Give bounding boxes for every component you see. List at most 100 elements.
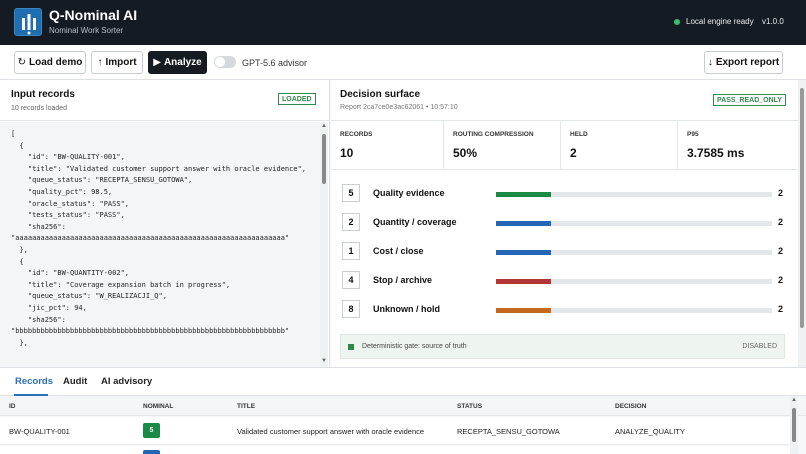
page-scroll-thumb[interactable]	[800, 88, 804, 328]
bucket-code: 4	[342, 271, 360, 289]
input-records-panel: Input records 10 records loaded LOADED […	[0, 80, 330, 367]
table-scroll-up-icon[interactable]: ▲	[791, 397, 797, 403]
cell-id: BW-QUALITY-001	[9, 427, 70, 436]
cell-status: RECEPTA_SENSU_GOTOWA	[457, 427, 560, 436]
column-header-id: ID	[9, 403, 16, 410]
bucket-bar-fill	[496, 279, 551, 284]
analyze-button[interactable]: ▶ Analyze	[148, 51, 207, 74]
import-label: Import	[105, 57, 137, 68]
play-icon: ▶	[153, 57, 161, 68]
gate-label: Deterministic gate: source of truth	[362, 343, 467, 350]
report-id: Report 2ca7ce0e3ac62061 • 10:57:10	[340, 104, 458, 111]
tab-ai-advisory[interactable]: AI advisory	[101, 376, 152, 387]
bucket-count: 2	[778, 188, 784, 198]
bucket-row-cost: 1 Cost / close 2	[342, 242, 792, 260]
bucket-label: Cost / close	[373, 246, 424, 256]
import-button[interactable]: ↑ Import	[91, 51, 143, 74]
table-row[interactable]: BW-QUALITY-001 5 Validated customer supp…	[0, 417, 790, 445]
metric-value: 3.7585 ms	[687, 146, 745, 160]
bucket-row-quantity: 2 Quantity / coverage 2	[342, 213, 792, 231]
analyze-label: Analyze	[163, 57, 202, 68]
metric-records: RECORDS 10	[331, 121, 444, 169]
toolbar: ↻ Load demo ↑ Import ▶ Analyze ↓ Export …	[0, 45, 806, 80]
editor-scrollbar[interactable]: ▲ ▼	[320, 122, 328, 367]
bucket-code: 2	[342, 213, 360, 231]
column-header-title: TITLE	[237, 403, 256, 410]
tab-records[interactable]: Records	[15, 376, 53, 387]
table-row-partial[interactable]	[0, 446, 790, 454]
pass-read-only-badge: PASS_READ_ONLY	[713, 94, 786, 106]
decision-title: Decision surface	[340, 89, 421, 100]
app-title: Q-Nominal AI	[49, 7, 138, 23]
metric-held: HELD 2	[561, 121, 678, 169]
decision-surface-panel: Decision surface Report 2ca7ce0e3ac62061…	[331, 80, 798, 367]
toggle-knob	[215, 57, 225, 67]
refresh-icon: ↻	[17, 57, 27, 68]
status-dot-icon	[674, 18, 680, 25]
bucket-count: 2	[778, 217, 784, 227]
table-scrollbar[interactable]: ▲	[790, 396, 798, 454]
cell-decision: ANALYZE_QUALITY	[615, 427, 685, 436]
loaded-badge: LOADED	[278, 93, 316, 105]
bucket-code: 8	[342, 300, 360, 318]
app-logo-icon	[14, 8, 42, 36]
bucket-bar-track	[496, 308, 772, 313]
upload-arrow-icon: ↑	[97, 57, 103, 68]
bucket-bar-fill	[496, 250, 551, 255]
deterministic-gate: Deterministic gate: source of truth DISA…	[340, 334, 785, 359]
bucket-row-stop: 4 Stop / archive 2	[342, 271, 792, 289]
gate-state: DISABLED	[742, 343, 777, 350]
bucket-row-quality: 5 Quality evidence 2	[342, 184, 792, 202]
bucket-bar-track	[496, 250, 772, 255]
advisor-toggle[interactable]	[214, 56, 236, 68]
app-version: v1.0.0	[762, 17, 784, 26]
metric-value: 50%	[453, 146, 478, 160]
load-demo-button[interactable]: ↻ Load demo	[14, 51, 86, 74]
bucket-bar-fill	[496, 308, 551, 313]
metric-routing-compression: ROUTING COMPRESSION 50%	[444, 121, 561, 169]
input-records-header: Input records 10 records loaded LOADED	[0, 80, 330, 121]
table-scroll-thumb[interactable]	[792, 408, 796, 442]
json-editor[interactable]: [ { "id": "BW-QUALITY-001", "title": "Va…	[0, 122, 320, 367]
engine-status-text: Local engine ready	[686, 17, 754, 26]
metrics-row: RECORDS 10 ROUTING COMPRESSION 50% HELD …	[331, 120, 798, 170]
records-table-header: ID NOMINAL TITLE STATUS DECISION	[0, 396, 806, 416]
download-arrow-icon: ↓	[707, 57, 713, 68]
metric-label: RECORDS	[340, 131, 373, 138]
bucket-code: 5	[342, 184, 360, 202]
export-report-button[interactable]: ↓ Export report	[704, 51, 783, 74]
engine-status: Local engine ready	[674, 17, 754, 26]
bucket-count: 2	[778, 246, 784, 256]
scroll-down-icon[interactable]: ▼	[321, 358, 327, 364]
tab-audit[interactable]: Audit	[63, 376, 87, 387]
bucket-label: Quantity / coverage	[373, 217, 457, 227]
input-records-title: Input records	[11, 89, 75, 100]
metric-label: P95	[687, 131, 699, 138]
column-header-decision: DECISION	[615, 403, 647, 410]
bucket-bar-fill	[496, 221, 551, 226]
page-scrollbar[interactable]	[798, 80, 806, 367]
metric-value: 2	[570, 146, 577, 160]
nominal-badge-partial	[143, 450, 160, 454]
app-subtitle: Nominal Work Sorter	[49, 26, 124, 35]
editor-scroll-thumb[interactable]	[322, 134, 326, 184]
metric-value: 10	[340, 146, 354, 160]
json-editor-text: [ { "id": "BW-QUALITY-001", "title": "Va…	[11, 130, 307, 347]
bucket-count: 2	[778, 275, 784, 285]
cell-title: Validated customer support answer with o…	[237, 427, 425, 436]
bottom-tabs: Records Audit AI advisory	[0, 367, 806, 396]
scroll-up-icon[interactable]: ▲	[321, 123, 327, 129]
gate-indicator-icon	[348, 344, 354, 350]
bucket-label: Stop / archive	[373, 275, 433, 285]
export-report-label: Export report	[715, 57, 780, 68]
bucket-label: Quality evidence	[373, 188, 445, 198]
bucket-bar-track	[496, 192, 772, 197]
app-header: Q-Nominal AI Nominal Work Sorter Local e…	[0, 0, 806, 45]
column-header-status: STATUS	[457, 403, 483, 410]
metric-p95: P95 3.7585 ms	[678, 121, 798, 169]
bucket-code: 1	[342, 242, 360, 260]
records-count: 10 records loaded	[11, 105, 68, 112]
bucket-bar-fill	[496, 192, 551, 197]
advisor-toggle-label: GPT-5.6 advisor	[242, 58, 308, 68]
bucket-label: Unknown / hold	[373, 304, 440, 314]
